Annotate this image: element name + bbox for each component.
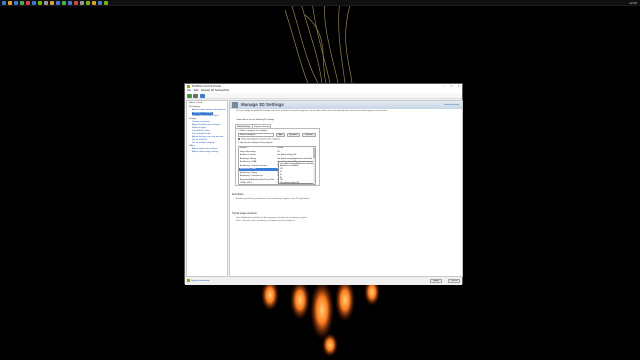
restore-defaults-link[interactable]: Restore Defaults bbox=[444, 104, 459, 106]
main-panel: Manage 3D Settings Restore Defaults You … bbox=[229, 100, 463, 277]
settings-scrollbar[interactable] bbox=[313, 147, 315, 184]
setting-feature: CUDA - GPUs bbox=[240, 182, 252, 184]
desktop: 12:00 NVIDIA Control Panel – □ × File Ed… bbox=[0, 0, 640, 360]
toolbar bbox=[185, 93, 462, 99]
tree-task-link[interactable]: Set up multiple displays bbox=[192, 142, 215, 145]
remove-button[interactable]: Remove bbox=[287, 133, 300, 137]
taskbar-app-icon[interactable] bbox=[56, 1, 60, 5]
nvidia-logo-icon bbox=[187, 85, 190, 88]
settings-prompt: I would like to use the following 3D set… bbox=[236, 119, 275, 121]
restore-button[interactable]: Restore bbox=[302, 133, 316, 137]
taskbar-app-icon[interactable] bbox=[68, 1, 72, 5]
apply-button[interactable]: Apply bbox=[430, 279, 442, 283]
back-arrow-icon[interactable] bbox=[187, 94, 192, 98]
taskbar-app-icon[interactable] bbox=[98, 1, 102, 5]
usage-line: Select 'Override' to force antialiasing … bbox=[236, 220, 295, 222]
taskbar-app-icon[interactable] bbox=[44, 1, 48, 5]
cancel-button[interactable]: Cancel bbox=[448, 279, 460, 283]
taskbar-app-icon[interactable] bbox=[38, 1, 42, 5]
setting-dropdown-list: Use global setting (Application-controll… bbox=[278, 161, 315, 184]
nvidia-control-panel-window: NVIDIA Control Panel – □ × File Edit Des… bbox=[184, 83, 463, 285]
settings-label: 2. Specify the settings for this program… bbox=[238, 142, 273, 144]
page-description: You can change the global 3D settings an… bbox=[236, 110, 388, 112]
program-select-label: 1. Select a program to customize: bbox=[238, 130, 268, 132]
status-bar: System Information Apply Cancel bbox=[185, 277, 462, 285]
page-title: Manage 3D Settings bbox=[241, 102, 284, 107]
checkbox-icon[interactable] bbox=[238, 138, 240, 140]
taskbar-app-icon[interactable] bbox=[86, 1, 90, 5]
taskbar-app-icon[interactable] bbox=[62, 1, 66, 5]
description-text: Antialiasing mode lets you determine how… bbox=[236, 198, 310, 200]
tree-task-link[interactable]: Adjust video image settings bbox=[192, 151, 219, 154]
taskbar-app-icon[interactable] bbox=[80, 1, 84, 5]
dropdown-option[interactable]: Use global setting (Off) bbox=[280, 182, 299, 184]
page-banner: Manage 3D Settings Restore Defaults bbox=[230, 101, 462, 109]
show-only-checkbox[interactable]: Show only programs found on this compute… bbox=[238, 138, 280, 141]
taskbar: 12:00 bbox=[0, 0, 640, 6]
show-only-label: Show only programs found on this compute… bbox=[241, 138, 281, 141]
add-button[interactable]: Add bbox=[276, 133, 285, 137]
taskbar-app-icon[interactable] bbox=[104, 1, 108, 5]
program-settings-panel: 1. Select a program to customize: Select… bbox=[235, 128, 320, 186]
system-info-icon bbox=[187, 279, 190, 282]
taskbar-app-icon[interactable] bbox=[14, 1, 18, 5]
taskbar-app-icon[interactable] bbox=[74, 1, 78, 5]
taskbar-app-icon[interactable] bbox=[2, 1, 6, 5]
taskbar-app-icon[interactable] bbox=[92, 1, 96, 5]
task-tree: Select a Task... 3D Settings Adjust image… bbox=[186, 100, 228, 277]
home-icon[interactable] bbox=[200, 94, 205, 98]
program-select[interactable]: Select a program bbox=[238, 133, 274, 137]
taskbar-app-icon[interactable] bbox=[8, 1, 12, 5]
scrollbar-thumb[interactable] bbox=[313, 148, 315, 158]
system-information-label: System Information bbox=[191, 280, 210, 283]
3d-settings-icon bbox=[232, 102, 238, 108]
usage-heading: Typical usage scenarios: bbox=[232, 213, 258, 215]
taskbar-app-icon[interactable] bbox=[50, 1, 54, 5]
taskbar-app-icon[interactable] bbox=[20, 1, 24, 5]
forward-arrow-icon[interactable] bbox=[193, 94, 198, 98]
taskbar-app-icon[interactable] bbox=[26, 1, 30, 5]
settings-table: Feature Setting Image Sharpening Off Ambient… bbox=[238, 146, 316, 185]
usage-line: Select 'Application-controlled' to allow… bbox=[236, 217, 307, 219]
system-information-link[interactable]: System Information bbox=[187, 279, 210, 283]
description-heading: Description: bbox=[232, 194, 245, 196]
taskbar-app-icon[interactable] bbox=[32, 1, 36, 5]
tray-clock[interactable]: 12:00 bbox=[629, 0, 637, 6]
tree-header: Select a Task... bbox=[189, 102, 204, 104]
